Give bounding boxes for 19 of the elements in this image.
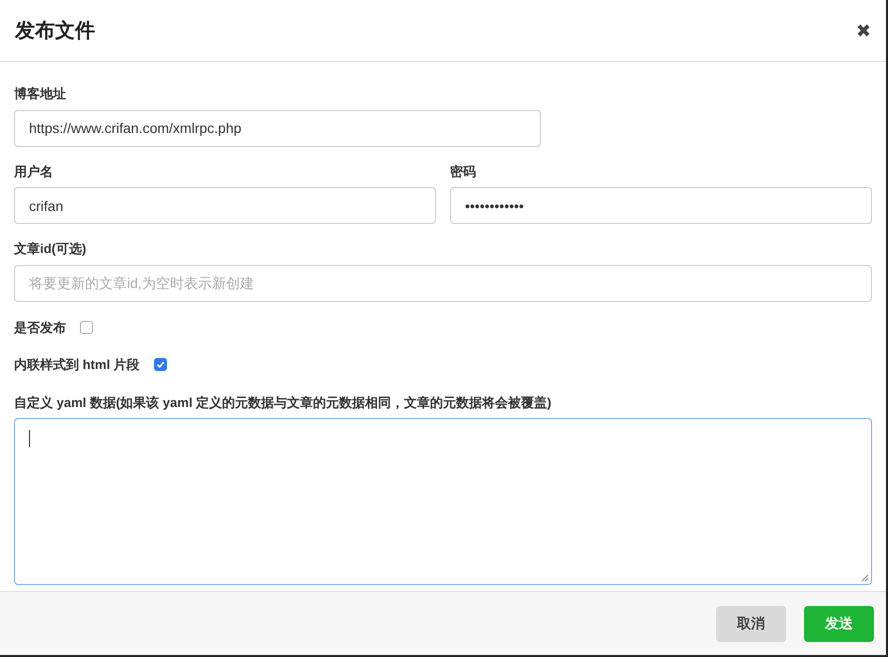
field-label: 文章id(可选) — [14, 240, 88, 258]
close-button[interactable]: ✖ — [856, 22, 871, 40]
checkbox[interactable] — [80, 320, 93, 334]
field-label: 用户名 — [14, 162, 54, 180]
dialog-title: 发布文件 — [15, 18, 95, 44]
input-field[interactable]: •••••••••••• — [450, 187, 872, 224]
input-field[interactable]: https://www.crifan.com/xmlrpc.php — [14, 110, 541, 146]
resize-handle-icon — [861, 574, 869, 582]
input-field[interactable]: crifan — [14, 187, 436, 224]
check-icon — [156, 360, 165, 370]
checkbox-label: 内联样式到 html 片段 — [14, 356, 140, 374]
checkbox-label: 是否发布 — [14, 318, 66, 336]
field-label: 密码 — [450, 162, 477, 180]
text-cursor — [29, 430, 30, 447]
field-label: 自定义 yaml 数据(如果该 yaml 定义的元数据与文章的元数据相同，文章的元数据将会被覆盖) — [14, 394, 552, 412]
cancel-button[interactable]: 取消 — [716, 606, 786, 642]
checkbox[interactable] — [154, 358, 167, 372]
input-field[interactable]: 将要更新的文章id,为空时表示新创建 — [14, 264, 872, 302]
field-label: 博客地址 — [14, 85, 67, 103]
